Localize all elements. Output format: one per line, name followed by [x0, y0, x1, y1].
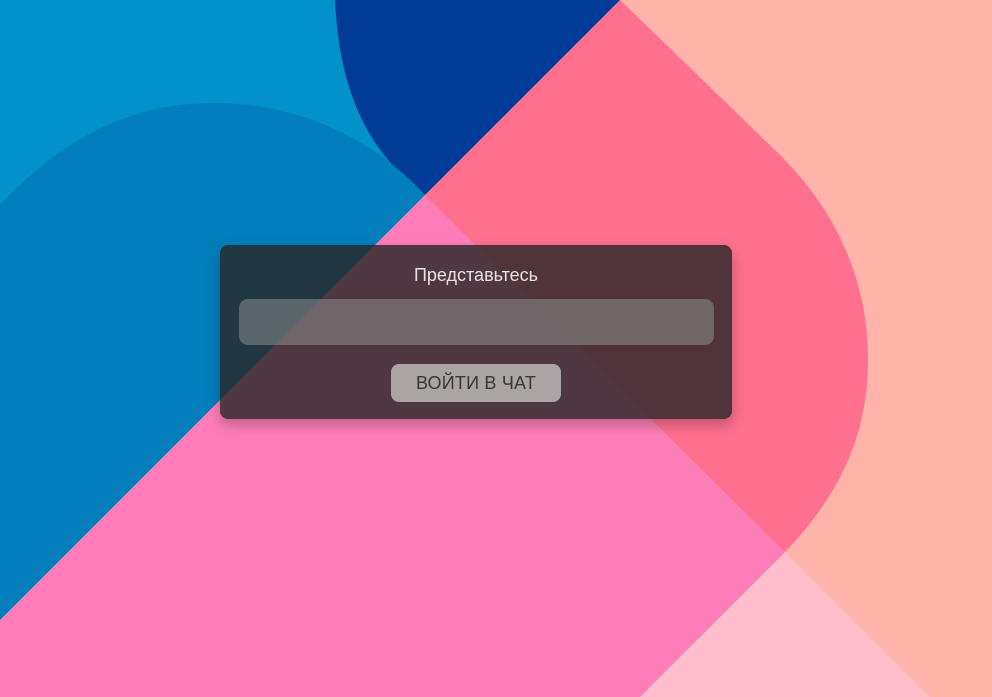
name-input[interactable] [239, 299, 714, 345]
login-panel: Представьтесь ВОЙТИ В ЧАТ [220, 245, 732, 419]
login-title: Представьтесь [413, 265, 539, 285]
enter-chat-button[interactable]: ВОЙТИ В ЧАТ [391, 364, 561, 402]
